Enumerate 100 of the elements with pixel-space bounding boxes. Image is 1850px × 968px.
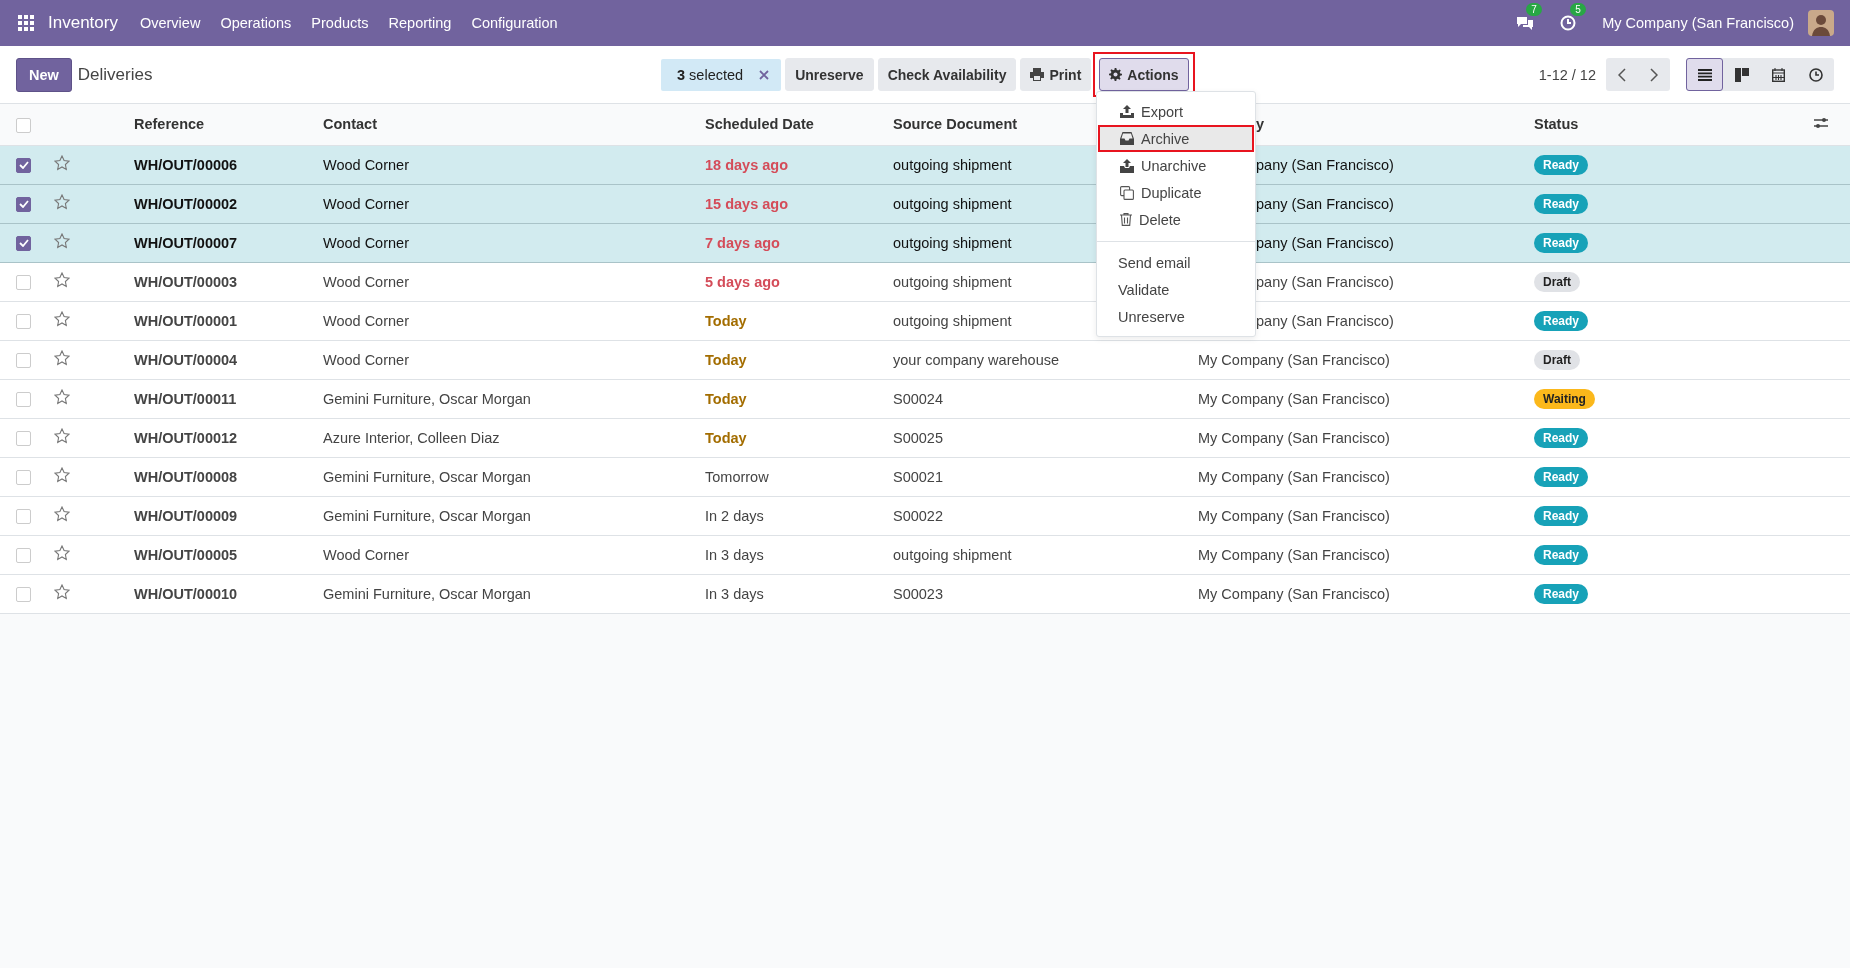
reference-cell: WH/OUT/00003 xyxy=(134,273,238,290)
status-badge: Draft xyxy=(1534,349,1580,370)
dropdown-item[interactable]: Archive xyxy=(1098,125,1254,152)
scheduled-date-cell: 5 days ago xyxy=(705,273,780,290)
user-avatar[interactable] xyxy=(1808,10,1834,36)
star-icon[interactable] xyxy=(54,584,70,600)
gear-icon xyxy=(1109,68,1123,81)
source-document-cell: S00025 xyxy=(893,429,943,446)
scheduled-date-cell: Tomorrow xyxy=(705,468,769,485)
star-icon[interactable] xyxy=(54,467,70,483)
scheduled-date-cell: Today xyxy=(705,429,747,446)
scheduled-date-cell: In 2 days xyxy=(705,507,764,524)
upload-icon xyxy=(1120,105,1134,118)
star-icon[interactable] xyxy=(54,389,70,405)
scheduled-date-cell: 18 days ago xyxy=(705,156,788,173)
contact-cell: Gemini Furniture, Oscar Morgan xyxy=(323,585,531,602)
scheduled-date-cell: Today xyxy=(705,390,747,407)
pager-value: 1-12 / 12 xyxy=(1538,66,1596,83)
company-switcher[interactable]: My Company (San Francisco) xyxy=(1602,15,1794,31)
list-icon xyxy=(1697,68,1712,81)
toolbar-button[interactable]: Check Availability xyxy=(877,58,1017,91)
source-document-cell: S00024 xyxy=(893,390,943,407)
column-header[interactable]: Status xyxy=(1534,116,1579,133)
activity-count: 5 xyxy=(1570,3,1586,16)
menu-item[interactable]: Operations xyxy=(220,15,292,31)
reference-cell: WH/OUT/00002 xyxy=(134,195,238,212)
dropdown-item[interactable]: Delete xyxy=(1098,206,1254,233)
source-document-cell: outgoing shipment xyxy=(893,312,1012,329)
menu-item[interactable]: Products xyxy=(311,15,369,31)
status-badge: Ready xyxy=(1534,505,1589,526)
menu-item[interactable]: Configuration xyxy=(471,15,558,31)
star-icon[interactable] xyxy=(54,272,70,288)
app-grid-icon[interactable] xyxy=(18,15,34,31)
star-icon[interactable] xyxy=(54,194,70,210)
star-icon[interactable] xyxy=(54,155,70,171)
reference-cell: WH/OUT/00004 xyxy=(134,351,238,368)
reference-cell: WH/OUT/00007 xyxy=(134,234,238,251)
contact-cell: Wood Corner xyxy=(323,195,409,212)
dropdown-item[interactable]: Send email xyxy=(1098,249,1254,276)
close-icon[interactable] xyxy=(759,69,770,80)
contact-cell: Wood Corner xyxy=(323,234,409,251)
select-all-checkbox[interactable] xyxy=(16,117,31,133)
star-icon[interactable] xyxy=(54,428,70,444)
dropdown-item[interactable]: Duplicate xyxy=(1098,179,1254,206)
columns-icon xyxy=(1734,67,1749,82)
row-checkbox[interactable] xyxy=(16,235,31,251)
selection-count: 3 selected xyxy=(677,66,744,83)
menu-item[interactable]: Overview xyxy=(139,15,201,31)
contact-cell: Gemini Furniture, Oscar Morgan xyxy=(323,390,531,407)
dropdown-item[interactable]: Validate xyxy=(1098,276,1254,303)
dropdown-item[interactable]: Unreserve xyxy=(1098,303,1254,330)
chat-icon[interactable] xyxy=(1516,15,1535,31)
company-cell: pany (San Francisco) xyxy=(1256,156,1394,173)
actions-button[interactable]: Actions xyxy=(1099,58,1189,91)
print-button[interactable]: Print xyxy=(1020,58,1092,91)
star-icon[interactable] xyxy=(54,545,70,561)
contact-cell: Gemini Furniture, Oscar Morgan xyxy=(323,507,531,524)
source-document-cell: your company warehouse xyxy=(893,351,1060,368)
chevron-right-icon xyxy=(1650,67,1658,82)
source-document-cell: outgoing shipment xyxy=(893,156,1012,173)
star-icon[interactable] xyxy=(54,233,70,249)
star-icon[interactable] xyxy=(54,311,70,327)
contact-cell: Wood Corner xyxy=(323,351,409,368)
chevron-left-icon xyxy=(1618,67,1626,82)
menu-item[interactable]: Reporting xyxy=(388,15,452,31)
list-view-button[interactable] xyxy=(1686,58,1723,91)
row-checkbox[interactable] xyxy=(16,157,31,173)
status-badge: Ready xyxy=(1534,466,1589,487)
column-settings-icon[interactable] xyxy=(1814,117,1828,130)
company-cell: My Company (San Francisco) xyxy=(1198,546,1390,563)
row-checkbox[interactable] xyxy=(16,196,31,212)
status-badge: Ready xyxy=(1534,583,1589,604)
dropdown-item[interactable]: Export xyxy=(1098,98,1254,125)
new-button[interactable]: New xyxy=(16,57,72,92)
column-header[interactable]: Source Document xyxy=(893,116,1018,133)
column-header[interactable]: Contact xyxy=(323,116,377,133)
trash-icon xyxy=(1120,213,1132,226)
toolbar-button[interactable]: Unreserve xyxy=(785,58,874,91)
scheduled-date-cell: Today xyxy=(705,351,747,368)
source-document-cell: S00023 xyxy=(893,585,943,602)
company-cell: My Company (San Francisco) xyxy=(1198,351,1390,368)
star-icon[interactable] xyxy=(54,350,70,366)
contact-cell: Wood Corner xyxy=(323,546,409,563)
contact-cell: Gemini Furniture, Oscar Morgan xyxy=(323,468,531,485)
source-document-cell: S00021 xyxy=(893,468,943,485)
star-icon[interactable] xyxy=(54,506,70,522)
scheduled-date-cell: 15 days ago xyxy=(705,195,788,212)
app-name[interactable]: Inventory xyxy=(48,13,118,33)
contact-cell: Wood Corner xyxy=(323,156,409,173)
dropdown-item[interactable]: Unarchive xyxy=(1098,152,1254,179)
company-cell: My Company (San Francisco) xyxy=(1198,585,1390,602)
status-badge: Ready xyxy=(1534,154,1589,175)
reference-cell: WH/OUT/00011 xyxy=(134,390,237,407)
source-document-cell: S00022 xyxy=(893,507,943,524)
scheduled-date-cell: Today xyxy=(705,312,747,329)
column-header[interactable]: Reference xyxy=(134,116,205,133)
contact-cell: Azure Interior, Colleen Diaz xyxy=(323,429,500,446)
scheduled-date-cell: In 3 days xyxy=(705,585,764,602)
clock-icon[interactable] xyxy=(1560,15,1577,31)
column-header[interactable]: y xyxy=(1256,116,1265,133)
